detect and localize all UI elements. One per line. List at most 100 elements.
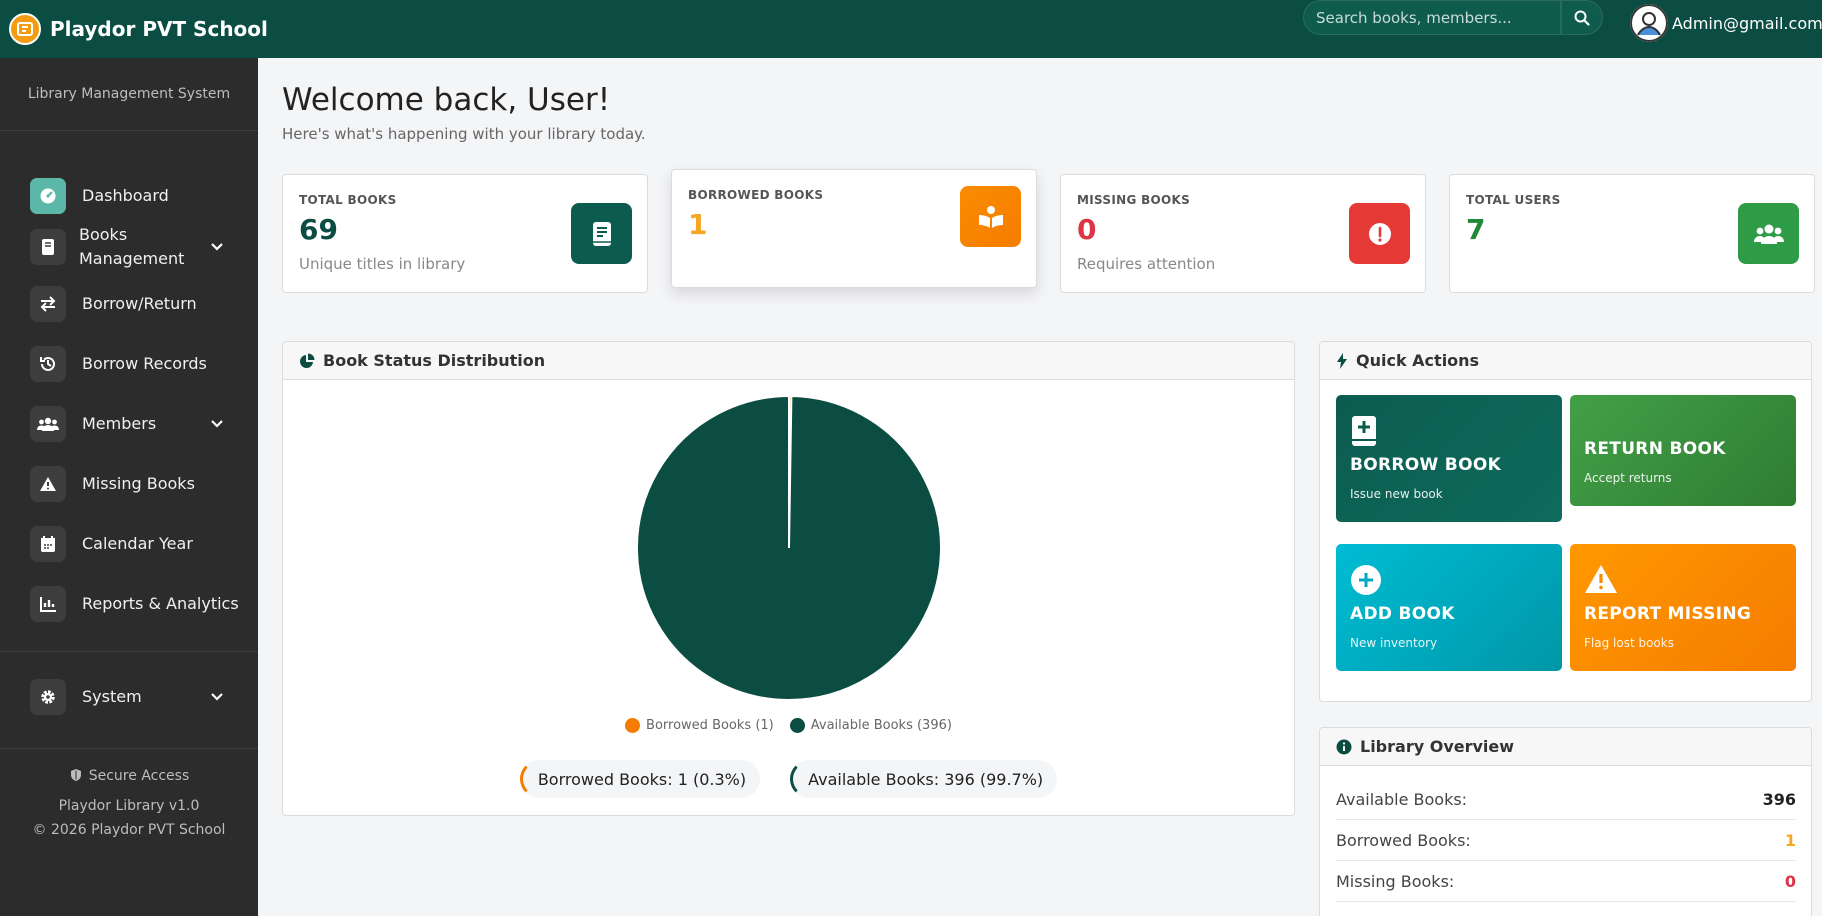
panel-title: Book Status Distribution — [323, 351, 546, 370]
stat-card-total-users[interactable]: TOTAL USERS 7 — [1449, 174, 1815, 293]
sidebar-item-label: Reports & Analytics — [82, 594, 239, 613]
stat-label: TOTAL BOOKS — [299, 193, 397, 207]
gear-icon — [30, 679, 66, 715]
user-menu[interactable]: Admin@gmail.com ▼ — [1630, 4, 1822, 42]
sidebar-item-label: Missing Books — [82, 474, 195, 493]
sidebar-divider — [0, 748, 258, 749]
panel-header: Library Overview — [1320, 728, 1811, 766]
sidebar-title: Library Management System — [0, 58, 258, 131]
stat-value: 0 — [1077, 213, 1097, 246]
stat-desc: Unique titles in library — [299, 255, 466, 273]
library-overview-panel: Library Overview Available Books: 396 Bo… — [1319, 727, 1812, 916]
stat-label: MISSING BOOKS — [1077, 193, 1191, 207]
summary-pill-available: Available Books: 396 (99.7%) — [790, 760, 1058, 798]
users-icon — [1738, 203, 1799, 264]
book-icon — [30, 229, 66, 265]
stat-card-borrowed-books[interactable]: BORROWED BOOKS 1 — [671, 169, 1037, 288]
sidebar-item-calendar-year[interactable]: Calendar Year — [0, 519, 258, 569]
sidebar-item-reports-analytics[interactable]: Reports & Analytics — [0, 579, 258, 629]
sidebar-item-books-management[interactable]: Books Management — [0, 214, 258, 280]
search-input[interactable] — [1303, 0, 1561, 35]
gauge-icon — [30, 178, 66, 214]
chevron-down-icon — [211, 420, 223, 428]
quick-actions-panel: Quick Actions BORROW BOOK Issue new book… — [1319, 341, 1812, 702]
top-navbar: Playdor PVT School Admin@gmail.com ▼ — [0, 0, 1822, 58]
user-email: Admin@gmail.com — [1672, 13, 1822, 33]
add-book-button[interactable]: ADD BOOK New inventory — [1336, 544, 1562, 671]
summary-label: Borrowed Books: 1 (0.3%) — [537, 769, 747, 789]
copyright-label: © 2026 Playdor PVT School — [32, 822, 226, 838]
search-button[interactable] — [1561, 0, 1603, 35]
return-book-button[interactable]: RETURN BOOK Accept returns — [1570, 395, 1796, 506]
sidebar-item-label: Dashboard — [82, 186, 169, 205]
qa-title: RETURN BOOK — [1584, 439, 1726, 459]
chart-icon — [30, 586, 66, 622]
stat-value: 1 — [688, 208, 708, 241]
pie-slice-available[interactable] — [636, 394, 943, 701]
book-status-panel: Book Status Distribution Borrowed Books … — [282, 341, 1295, 816]
overview-label: Missing Books: — [1336, 872, 1455, 891]
pie-chart-icon — [300, 353, 315, 368]
history-icon — [30, 346, 66, 382]
sidebar-item-borrow-records[interactable]: Borrow Records — [0, 339, 258, 389]
pie-chart — [636, 394, 943, 701]
overview-row-borrowed: Borrowed Books: 1 — [1336, 821, 1796, 861]
qa-title: BORROW BOOK — [1350, 455, 1502, 475]
sidebar-divider — [0, 651, 258, 652]
sidebar-item-borrow-return[interactable]: Borrow/Return — [0, 279, 258, 329]
calendar-icon — [30, 526, 66, 562]
stat-card-missing-books[interactable]: MISSING BOOKS 0 Requires attention — [1060, 174, 1426, 293]
summary-arc — [790, 760, 828, 798]
panel-title: Library Overview — [1360, 737, 1515, 756]
warning-icon — [1585, 565, 1617, 593]
info-icon — [1336, 739, 1352, 754]
qa-title: REPORT MISSING — [1584, 604, 1752, 624]
avatar — [1630, 4, 1668, 42]
sidebar-item-missing-books[interactable]: Missing Books — [0, 459, 258, 509]
open-book-icon — [960, 186, 1021, 247]
qa-sub: Issue new book — [1350, 487, 1443, 501]
school-logo-icon — [9, 13, 41, 45]
sidebar-item-system[interactable]: System — [0, 672, 258, 722]
secure-access: Secure Access — [0, 764, 258, 788]
chart-summary: Borrowed Books: 1 (0.3%) Available Books… — [283, 760, 1294, 798]
report-missing-button[interactable]: REPORT MISSING Flag lost books — [1570, 544, 1796, 671]
version-label: Playdor Library v1.0 — [58, 798, 200, 814]
sidebar-item-label: Borrow Records — [82, 354, 207, 373]
secure-access-label: Secure Access — [88, 768, 190, 784]
sidebar: Library Management System Dashboard Book… — [0, 58, 258, 916]
sidebar-footer: Secure Access Playdor Library v1.0 © 202… — [0, 764, 258, 842]
chart-legend: Borrowed Books (1) Available Books (396) — [283, 718, 1294, 733]
search-icon — [1574, 10, 1590, 26]
summary-pill-borrowed: Borrowed Books: 1 (0.3%) — [519, 760, 761, 798]
sidebar-item-label: Borrow/Return — [82, 294, 197, 313]
overview-row-available: Available Books: 396 — [1336, 780, 1796, 820]
overview-row-missing: Missing Books: 0 — [1336, 862, 1796, 902]
legend-label: Available Books (396) — [810, 718, 952, 733]
panel-title: Quick Actions — [1356, 351, 1480, 370]
stat-card-total-books[interactable]: TOTAL BOOKS 69 Unique titles in library — [282, 174, 648, 293]
stat-value: 7 — [1466, 213, 1486, 246]
qa-sub: New inventory — [1350, 636, 1438, 650]
chevron-down-icon — [211, 693, 223, 701]
stat-desc: Requires attention — [1077, 255, 1216, 273]
sidebar-item-label: Books Management — [79, 225, 185, 268]
sidebar-item-members[interactable]: Members — [0, 399, 258, 449]
overview-value: 0 — [1784, 872, 1796, 891]
brand-name: Playdor PVT School — [50, 17, 268, 41]
page-title: Welcome back, User! — [282, 82, 611, 118]
user-avatar-icon — [1630, 4, 1668, 42]
qa-sub: Flag lost books — [1584, 636, 1674, 650]
legend-item-available[interactable]: Available Books (396) — [789, 718, 952, 733]
legend-label: Borrowed Books (1) — [646, 718, 774, 733]
borrow-book-button[interactable]: BORROW BOOK Issue new book — [1336, 395, 1562, 522]
legend-swatch — [789, 718, 805, 733]
brand[interactable]: Playdor PVT School — [9, 13, 268, 45]
summary-label: Available Books: 396 (99.7%) — [808, 769, 1044, 789]
book-icon — [571, 203, 632, 264]
shield-icon — [70, 769, 81, 781]
stat-value: 69 — [299, 213, 338, 246]
plus-circle-icon — [1351, 565, 1381, 595]
bolt-icon — [1337, 352, 1347, 369]
legend-item-borrowed[interactable]: Borrowed Books (1) — [625, 718, 774, 733]
